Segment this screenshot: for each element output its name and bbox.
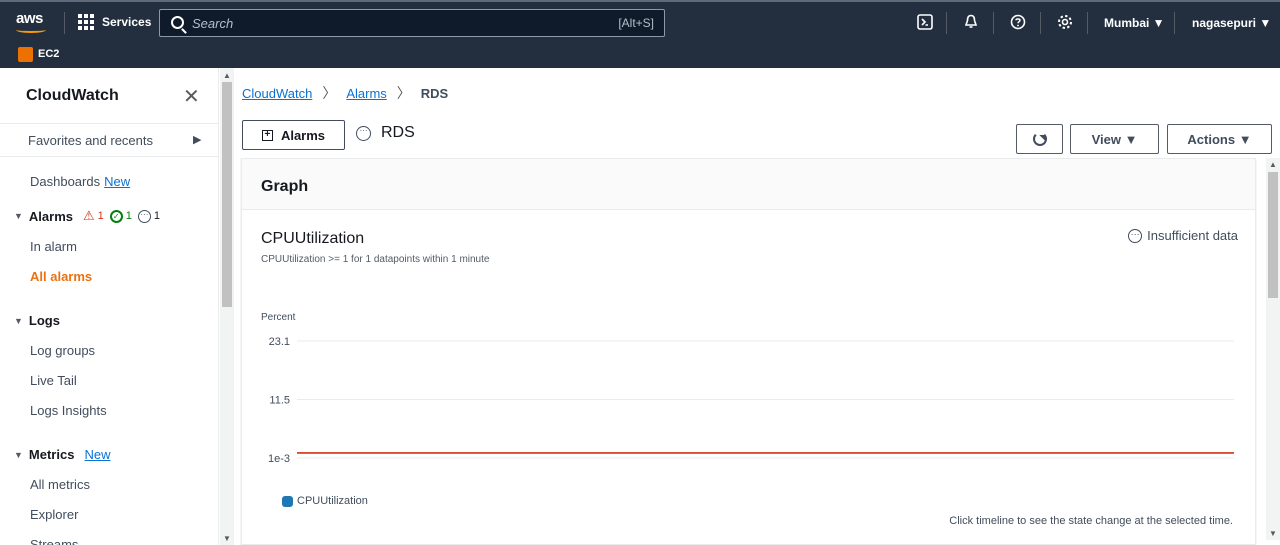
chart-legend[interactable]: CPUUtilization — [282, 495, 368, 507]
services-menu-button[interactable]: Services — [78, 14, 151, 30]
insufficient-data-icon: ··· — [356, 125, 371, 141]
sidebar: CloudWatch ✕ Favorites and recents ▶ Das… — [0, 68, 219, 545]
breadcrumb-alarms[interactable]: Alarms — [346, 86, 386, 101]
breadcrumb-current: RDS — [420, 85, 449, 101]
page-title: ··· RDS — [356, 124, 415, 142]
top-navigation: aws Services [Alt+S] Mumbai ▼ nagasepuri… — [0, 0, 1280, 42]
sidebar-section-alarms[interactable]: ▼ Alarms ⚠ 1 ✓ 1 ··· 1 — [14, 208, 160, 224]
close-icon[interactable]: ✕ — [183, 87, 200, 107]
alarms-button[interactable]: + Alarms — [242, 120, 345, 150]
sidebar-section-logs[interactable]: ▼ Logs — [14, 313, 60, 328]
caret-right-icon: ▶ — [193, 134, 202, 146]
graph-panel: Graph CPUUtilization CPUUtilization >= 1… — [241, 158, 1256, 545]
search-icon — [171, 16, 184, 29]
logs-section-label: Logs — [28, 313, 60, 328]
sidebar-scrollbar[interactable]: ▲ ▼ — [220, 68, 234, 545]
panel-title: Graph — [261, 178, 309, 195]
new-badge[interactable]: New — [84, 447, 110, 462]
refresh-button[interactable] — [1016, 124, 1063, 154]
y-axis-label: Percent — [261, 312, 296, 323]
favorites-label: Favorites and recents — [28, 133, 154, 148]
view-button[interactable]: View ▼ — [1070, 124, 1159, 154]
warning-icon: ⚠ — [83, 208, 95, 223]
aws-logo[interactable]: aws — [16, 10, 46, 33]
chevron-right-icon: 〉 — [322, 85, 337, 101]
caret-down-icon: ▼ — [14, 211, 23, 221]
page-title-text: RDS — [381, 124, 415, 141]
sidebar-item-in-alarm[interactable]: In alarm — [30, 239, 77, 254]
sidebar-title[interactable]: CloudWatch — [26, 87, 119, 105]
y-tick-label: 1e-3 — [268, 453, 290, 465]
breadcrumb-cloudwatch[interactable]: CloudWatch — [242, 86, 312, 101]
new-badge[interactable]: New — [104, 174, 130, 189]
sidebar-item-explorer[interactable]: Explorer — [30, 507, 78, 522]
favorites-and-recents[interactable]: Favorites and recents ▶ — [0, 123, 218, 157]
cpu-utilization-chart[interactable]: 23.111.51e-308:4509:0009:1509:3009:4510:… — [242, 329, 1255, 489]
services-label: Services — [102, 15, 152, 29]
sidebar-item-all-metrics[interactable]: All metrics — [30, 477, 90, 492]
scroll-down-icon[interactable]: ▼ — [223, 534, 231, 543]
breadcrumb: CloudWatch 〉 Alarms 〉 RDS — [242, 83, 448, 103]
sidebar-section-metrics[interactable]: ▼ Metrics New — [14, 447, 110, 462]
caret-down-icon: ▼ — [14, 449, 23, 460]
legend-label: CPUUtilization — [297, 495, 368, 507]
sidebar-item-logs-insights[interactable]: Logs Insights — [30, 403, 107, 418]
actions-button[interactable]: Actions ▼ — [1167, 124, 1272, 154]
scroll-down-icon[interactable]: ▼ — [1269, 529, 1277, 538]
account-menu[interactable]: nagasepuri ▼ — [1192, 16, 1271, 30]
search-input[interactable] — [192, 14, 592, 32]
scroll-up-icon[interactable]: ▲ — [1269, 160, 1277, 169]
panel-header: Graph — [242, 159, 1255, 210]
alarm-state: ··· Insufficient data — [1128, 228, 1238, 243]
sidebar-item-dashboards[interactable]: Dashboards New — [30, 174, 130, 189]
sidebar-item-live-tail[interactable]: Live Tail — [30, 373, 77, 388]
sidebar-item-streams[interactable]: Streams — [30, 537, 78, 545]
grid-icon — [78, 14, 94, 30]
search-box[interactable]: [Alt+S] — [159, 9, 665, 37]
sidebar-item-all-alarms[interactable]: All alarms — [30, 269, 92, 284]
metric-condition: CPUUtilization >= 1 for 1 datapoints wit… — [261, 254, 490, 265]
y-tick-label: 23.1 — [269, 336, 290, 348]
caret-down-icon: ▼ — [14, 315, 23, 326]
y-tick-label: 11.5 — [269, 395, 290, 407]
scroll-up-icon[interactable]: ▲ — [223, 71, 231, 80]
main-scrollbar[interactable]: ▲ ▼ — [1266, 158, 1280, 540]
ec2-shortcut[interactable]: EC2 — [38, 48, 59, 60]
check-circle-icon: ✓ — [109, 209, 123, 223]
region-selector[interactable]: Mumbai ▼ — [1104, 16, 1165, 30]
notifications-bell-icon[interactable] — [962, 13, 980, 31]
scrollbar-thumb[interactable] — [1268, 172, 1278, 298]
search-shortcut: [Alt+S] — [618, 16, 654, 30]
expand-icon: + — [261, 129, 273, 141]
help-icon[interactable] — [1009, 13, 1027, 31]
metric-title: CPUUtilization — [261, 230, 365, 247]
aws-logo-text: aws — [16, 10, 43, 27]
insufficient-data-icon: ··· — [137, 209, 151, 223]
sidebar-item-log-groups[interactable]: Log groups — [30, 343, 95, 358]
cloudshell-icon[interactable] — [916, 13, 934, 31]
settings-gear-icon[interactable] — [1056, 13, 1074, 31]
metrics-section-label: Metrics — [28, 447, 75, 462]
insufficient-data-icon: ··· — [1128, 228, 1143, 243]
alarm-status-counts: ⚠ 1 ✓ 1 ··· 1 — [83, 208, 161, 223]
refresh-icon — [1032, 132, 1047, 146]
scrollbar-thumb[interactable] — [222, 82, 232, 307]
ec2-service-icon[interactable] — [18, 47, 33, 62]
alarms-section-label: Alarms — [28, 208, 73, 224]
alarms-button-label: Alarms — [280, 127, 326, 143]
timeline-hint: Click timeline to see the state change a… — [949, 515, 1233, 527]
legend-swatch — [282, 495, 293, 507]
alarm-state-text: Insufficient data — [1147, 228, 1238, 243]
chevron-right-icon: 〉 — [396, 85, 411, 101]
favorites-bar: EC2 — [0, 42, 1280, 68]
